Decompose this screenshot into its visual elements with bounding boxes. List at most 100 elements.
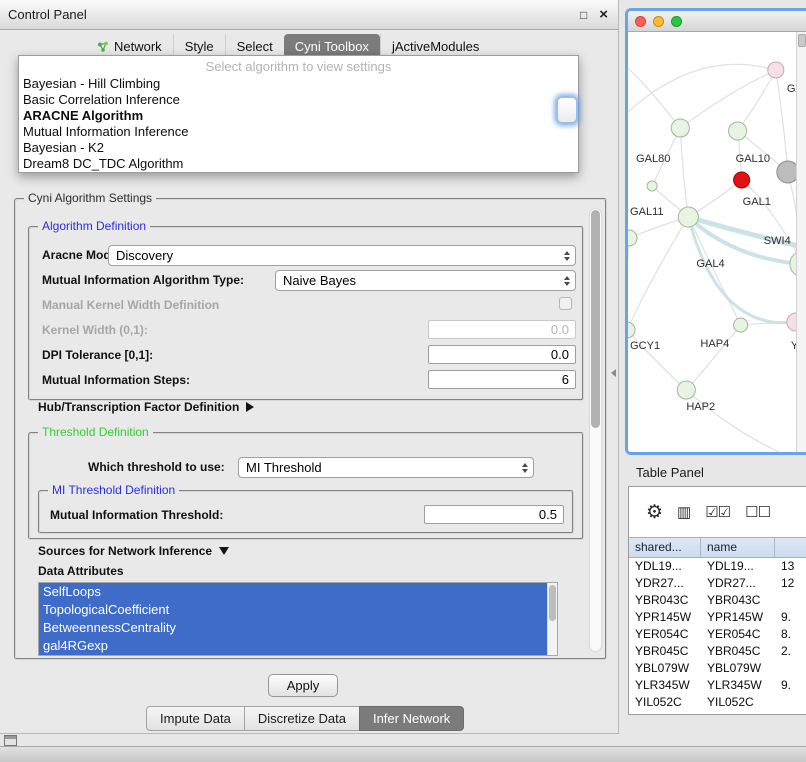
settings-scrollbar[interactable] <box>589 208 602 652</box>
network-node[interactable] <box>677 381 695 399</box>
column-header-3[interactable] <box>775 538 806 557</box>
unselect-all-columns-icon[interactable]: ☐☐ <box>745 503 770 521</box>
dropdown-placeholder: Select algorithm to view settings <box>19 57 578 76</box>
dropdown-item-bayesian-hill-climbing[interactable]: Bayesian - Hill Climbing <box>19 76 578 92</box>
network-edge <box>686 390 779 452</box>
control-panel-titlebar: Control Panel □ × <box>0 0 618 30</box>
node-label: GAL11 <box>630 206 664 218</box>
network-node[interactable] <box>729 122 747 140</box>
table-row[interactable]: YBL079WYBL079W <box>629 660 806 677</box>
table-row[interactable]: YER054CYER054C8. <box>629 626 806 643</box>
network-node[interactable] <box>734 172 750 188</box>
algorithm-select-fragment[interactable] <box>556 96 578 124</box>
table-row[interactable]: YLR345WYLR345W9. <box>629 677 806 694</box>
table-cell: YLR345W <box>701 677 775 694</box>
close-window-icon[interactable] <box>635 16 646 27</box>
hub-definition-expander[interactable]: Hub/Transcription Factor Definition <box>38 400 254 414</box>
select-all-columns-icon[interactable]: ☑☑ <box>705 503 730 521</box>
column-header-2[interactable]: name <box>701 538 775 557</box>
table-cell: YDR27... <box>701 575 775 592</box>
dropdown-item-bayesian-k2[interactable]: Bayesian - K2 <box>19 140 578 156</box>
table-cell: YBL079W <box>629 660 701 677</box>
table-row[interactable]: YPR145WYPR145W9. <box>629 609 806 626</box>
column-header-1[interactable]: shared... <box>629 538 701 557</box>
table-row[interactable]: YDL19...YDL19...13 <box>629 558 806 575</box>
mi-threshold-input[interactable] <box>424 505 564 524</box>
table-cell <box>775 694 806 711</box>
aracne-mode-select[interactable]: Discovery <box>108 245 576 266</box>
data-attributes-list[interactable]: SelfLoopsTopologicalCoefficientBetweenne… <box>38 582 558 656</box>
network-node[interactable] <box>678 207 698 227</box>
scrollbar-thumb[interactable] <box>798 34 806 47</box>
tab-discretize-data[interactable]: Discretize Data <box>244 706 360 731</box>
mi-steps-label: Mutual Information Steps: <box>42 373 190 387</box>
table-row[interactable]: YBR043CYBR043C <box>629 592 806 609</box>
zoom-window-icon[interactable] <box>671 16 682 27</box>
which-threshold-label: Which threshold to use: <box>88 460 225 474</box>
attributes-scrollbar[interactable] <box>547 583 557 655</box>
cyni-bottom-tabs: Impute DataDiscretize DataInfer Network <box>146 706 464 731</box>
mi-type-select[interactable]: Naive Bayes <box>275 270 576 291</box>
manual-kernel-label: Manual Kernel Width Definition <box>42 298 219 312</box>
application-window: Control Panel □ × NetworkStyleSelectCyni… <box>0 0 806 762</box>
scrollbar-thumb[interactable] <box>549 585 556 621</box>
threshold-definition-group: Threshold Definition Which threshold to … <box>28 432 584 540</box>
tab-impute-data[interactable]: Impute Data <box>146 706 245 731</box>
table-body: YDL19...YDL19...13YDR27...YDR27...12YBR0… <box>629 558 806 711</box>
network-node[interactable] <box>628 230 637 246</box>
dropdown-item-basic-correlation-inference[interactable]: Basic Correlation Inference <box>19 92 578 108</box>
kernel-width-input[interactable] <box>428 320 576 339</box>
dropdown-item-dream8-dc-tdc-algorithm[interactable]: Dream8 DC_TDC Algorithm <box>19 156 578 172</box>
network-canvas[interactable]: GALGAL80GAL10GAL11GAL1SWI4GAL4GCY1HAP4YH… <box>628 32 806 452</box>
apply-button[interactable]: Apply <box>268 674 338 697</box>
table-cell: YPR145W <box>629 609 701 626</box>
attribute-item-betweennesscentrality[interactable]: BetweennessCentrality <box>39 619 547 637</box>
scrollbar-thumb[interactable] <box>591 210 600 428</box>
threshold-definition-title: Threshold Definition <box>38 425 153 439</box>
network-edge <box>686 325 740 390</box>
network-edge <box>628 68 680 128</box>
node-label: GAL1 <box>743 196 771 208</box>
which-threshold-value: MI Threshold <box>239 460 517 475</box>
tab-label: Style <box>185 39 214 54</box>
table-cell: 13 <box>775 558 806 575</box>
table-cell <box>775 660 806 677</box>
table-cell: YDR27... <box>629 575 701 592</box>
dropdown-item-aracne-algorithm[interactable]: ARACNE Algorithm <box>19 108 578 124</box>
attribute-item-topologicalcoefficient[interactable]: TopologicalCoefficient <box>39 601 547 619</box>
docked-panel-icon[interactable] <box>4 735 17 746</box>
table-row[interactable]: YBR045CYBR045C2. <box>629 643 806 660</box>
table-row[interactable]: YIL052CYIL052C <box>629 694 806 711</box>
table-cell: 2. <box>775 643 806 660</box>
table-toolbar: ⚙ ▥ ☑☑ ☐☐ <box>629 487 806 537</box>
manual-kernel-checkbox[interactable] <box>559 297 572 310</box>
table-row[interactable]: YDR27...YDR27...12 <box>629 575 806 592</box>
sources-expander[interactable]: Sources for Network Inference <box>38 544 229 558</box>
table-cell: YIL052C <box>701 694 775 711</box>
tab-label: Network <box>114 39 162 54</box>
minimize-window-icon[interactable] <box>653 16 664 27</box>
network-view-window: GALGAL80GAL10GAL11GAL1SWI4GAL4GCY1HAP4YH… <box>625 8 806 455</box>
table-cell: YLR345W <box>629 677 701 694</box>
splitter-collapse-icon[interactable] <box>611 369 616 377</box>
which-threshold-select[interactable]: MI Threshold <box>238 457 534 478</box>
mi-steps-input[interactable] <box>428 370 576 389</box>
close-panel-icon[interactable]: × <box>599 6 608 23</box>
cyni-algorithm-settings-group: Cyni Algorithm Settings Algorithm Defini… <box>14 198 607 660</box>
tab-infer-network[interactable]: Infer Network <box>359 706 464 731</box>
network-node[interactable] <box>647 181 657 191</box>
gear-icon[interactable]: ⚙ <box>646 501 662 524</box>
network-scrollbar[interactable] <box>796 32 806 452</box>
network-node[interactable] <box>768 62 784 78</box>
dpi-tolerance-input[interactable] <box>428 345 576 364</box>
network-node[interactable] <box>734 318 748 332</box>
network-node[interactable] <box>671 119 689 137</box>
columns-icon[interactable]: ▥ <box>677 503 690 521</box>
float-panel-icon[interactable]: □ <box>580 8 587 22</box>
attribute-item-selfloops[interactable]: SelfLoops <box>39 583 547 601</box>
network-node[interactable] <box>628 322 635 338</box>
table-panel-title: Table Panel <box>636 465 704 480</box>
network-edge <box>628 330 686 390</box>
dropdown-item-mutual-information-inference[interactable]: Mutual Information Inference <box>19 124 578 140</box>
attribute-item-gal4rgexp[interactable]: gal4RGexp <box>39 637 547 655</box>
